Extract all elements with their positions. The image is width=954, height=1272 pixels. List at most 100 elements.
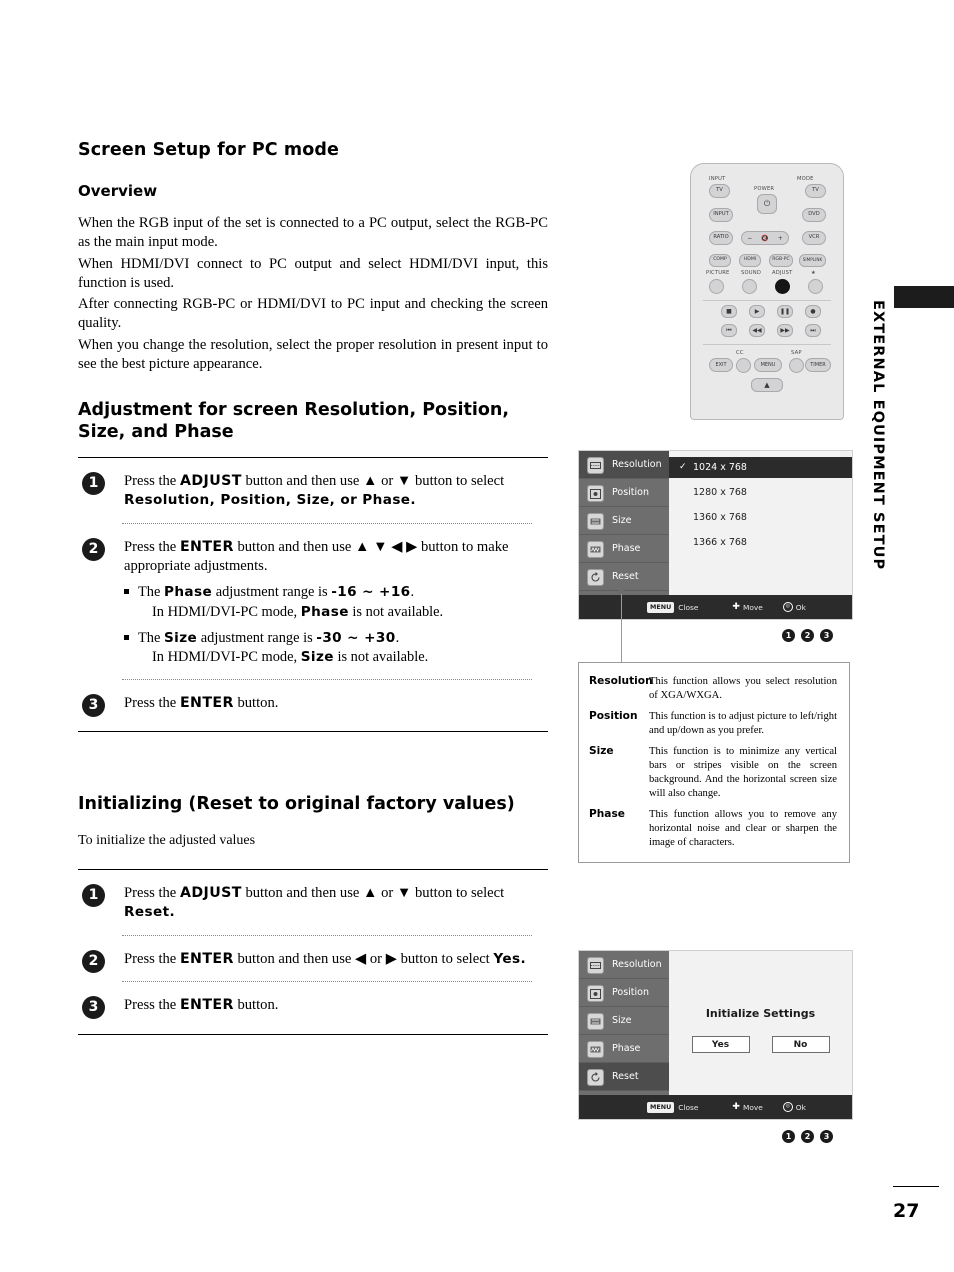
osd2-move-control[interactable]: ✚ Move: [732, 1102, 762, 1112]
remote-hdmi-button[interactable]: HDMI: [739, 254, 761, 267]
remote-adjust-button[interactable]: [775, 279, 790, 294]
bullet-1-sub-keyword: Phase: [300, 603, 349, 620]
remote-tv-left-button[interactable]: TV: [709, 184, 730, 198]
remote-input-button[interactable]: INPUT: [709, 208, 733, 222]
init-step-2-pre: Press the: [124, 950, 180, 967]
remote-volume-plus[interactable]: +: [778, 235, 783, 242]
osd1-pager-3: 3: [820, 629, 833, 642]
init-step-2-post: button to select: [396, 950, 494, 967]
osd2-item-size[interactable]: Size: [579, 1007, 669, 1035]
osd1-pager: 1 2 3: [782, 629, 833, 642]
osd1-menu-chip[interactable]: MENU: [647, 601, 675, 613]
position-icon: [587, 485, 604, 502]
osd2-item-phase[interactable]: Phase: [579, 1035, 669, 1063]
osd1-item-position[interactable]: Position: [579, 479, 669, 507]
remote-power-button[interactable]: ⏻: [757, 194, 777, 214]
remote-favorite-button[interactable]: [808, 279, 823, 294]
init-step-3-mid: button.: [233, 997, 279, 1014]
remote-label-power: POWER: [754, 186, 775, 192]
osd2-item-resolution[interactable]: Resolution: [579, 951, 669, 979]
step-2-number: 2: [82, 537, 105, 561]
osd2-move-label: Move: [742, 1102, 763, 1112]
remote-record-button[interactable]: ●: [805, 305, 821, 318]
osd2-item-size-label: Size: [612, 1015, 632, 1026]
yes-button[interactable]: Yes: [691, 1036, 750, 1053]
desc-row-resolution: Resolution This function allows you sele…: [589, 675, 837, 703]
remote-tv-right-button[interactable]: TV: [805, 184, 826, 198]
init-step-3-number: 3: [82, 996, 105, 1020]
init-step-1-text: Press the ADJUST button and then use ▲ o…: [124, 884, 548, 923]
remote-inner: INPUT MODE POWER TV TV ⏻ INPUT DVD RATIO…: [699, 172, 835, 419]
step-2-bullet-2: The Size adjustment range is -30 ~ +30. …: [124, 629, 548, 667]
remote-forward-button[interactable]: ▶▶: [777, 324, 793, 337]
osd1-item-reset[interactable]: Reset: [579, 563, 669, 591]
remote-pause-button[interactable]: ❚❚: [777, 305, 793, 318]
side-section-label: EXTERNAL EQUIPMENT SETUP: [870, 300, 886, 571]
bullet-2-b: adjustment range is: [197, 629, 317, 646]
osd2-close-label[interactable]: Close: [678, 1103, 698, 1112]
remote-stop-button[interactable]: ■: [721, 305, 737, 318]
check-icon: ✓: [679, 462, 687, 472]
osd1-resolution-list: ✓ 1024 x 768 1280 x 768 1360 x 768 1366 …: [669, 451, 852, 619]
step-1-pre: Press the: [124, 472, 180, 489]
resolution-icon: [587, 457, 604, 474]
callout-line-1: [621, 594, 622, 662]
move-arrows-icon: ✚: [732, 602, 740, 612]
osd1-item-position-label: Position: [612, 487, 649, 498]
osd2-item-reset[interactable]: Reset: [579, 1063, 669, 1091]
remote-next-button[interactable]: ⏭: [805, 324, 821, 337]
osd1-item-size[interactable]: Size: [579, 507, 669, 535]
init-step-2: 2 Press the ENTER button and then use ◀ …: [78, 949, 548, 973]
remote-volume-rocker[interactable]: − 🔇 +: [741, 231, 789, 245]
resolution-option-1366[interactable]: 1366 x 768: [669, 532, 852, 553]
remote-exit-button[interactable]: EXIT: [709, 358, 733, 372]
remote-sound-button[interactable]: [742, 279, 757, 294]
remote-mute-icon[interactable]: 🔇: [761, 235, 768, 242]
init-step-1: 1 Press the ADJUST button and then use ▲…: [78, 883, 548, 923]
remote-simplink-button[interactable]: SIMPLINK: [799, 254, 826, 267]
no-button[interactable]: No: [771, 1036, 830, 1053]
osd-resolution-menu: Resolution Position Size Phase Reset ✓ 1…: [578, 450, 853, 620]
bullet-1-subline: In HDMI/DVI-PC mode, Phase is not availa…: [138, 603, 548, 622]
remote-sap-button[interactable]: [789, 358, 804, 373]
remote-volume-minus[interactable]: −: [747, 235, 752, 242]
osd1-close-label[interactable]: Close: [678, 603, 698, 612]
osd1-item-phase-label: Phase: [612, 543, 641, 554]
osd1-sidebar: Resolution Position Size Phase Reset: [579, 451, 669, 619]
osd1-item-resolution[interactable]: Resolution: [579, 451, 669, 479]
remote-cc-button[interactable]: [736, 358, 751, 373]
osd2-menu-chip[interactable]: MENU: [647, 1101, 675, 1113]
remote-rewind-button[interactable]: ◀◀: [749, 324, 765, 337]
remote-menu-button[interactable]: MENU: [754, 358, 782, 372]
side-tab-marker: [894, 286, 954, 308]
remote-prev-button[interactable]: ⏮: [721, 324, 737, 337]
resolution-option-1360-label: 1360 x 768: [693, 512, 747, 523]
remote-play-button[interactable]: ▶: [749, 305, 765, 318]
initialize-settings-title: Initialize Settings: [705, 1007, 816, 1020]
remote-up-arrow-icon[interactable]: ▲: [751, 378, 783, 392]
remote-ratio-button[interactable]: RATIO: [709, 231, 733, 245]
resolution-option-1280[interactable]: 1280 x 768: [669, 482, 852, 503]
resolution-option-1360[interactable]: 1360 x 768: [669, 507, 852, 528]
remote-vcr-button[interactable]: VCR: [802, 231, 826, 245]
desc-term-position: Position: [589, 709, 638, 722]
osd1-ok-control[interactable]: ◎ Ok: [782, 602, 806, 612]
remote-rgbpc-button[interactable]: RGB-PC: [769, 254, 793, 267]
step-2-bullet-1: The Phase adjustment range is -16 ~ +16.…: [124, 583, 548, 621]
remote-timer-button[interactable]: TIMER: [805, 358, 831, 372]
osd1-move-control[interactable]: ✚ Move: [732, 602, 762, 612]
remote-picture-button[interactable]: [709, 279, 724, 294]
osd2-pager-3: 3: [820, 1130, 833, 1143]
remote-comp-button[interactable]: COMP: [709, 254, 731, 267]
remote-dvd-button[interactable]: DVD: [802, 208, 826, 222]
resolution-option-1024-label: 1024 x 768: [693, 462, 747, 473]
osd2-item-position[interactable]: Position: [579, 979, 669, 1007]
step-1: 1 Press the ADJUST button and then use ▲…: [78, 471, 548, 511]
resolution-option-1024[interactable]: ✓ 1024 x 768: [669, 457, 852, 478]
phase-icon: [587, 541, 604, 558]
osd2-ok-control[interactable]: ◎ Ok: [782, 1102, 806, 1112]
osd2-pager-1: 1: [782, 1130, 795, 1143]
osd1-item-phase[interactable]: Phase: [579, 535, 669, 563]
resolution-icon: [587, 957, 604, 974]
